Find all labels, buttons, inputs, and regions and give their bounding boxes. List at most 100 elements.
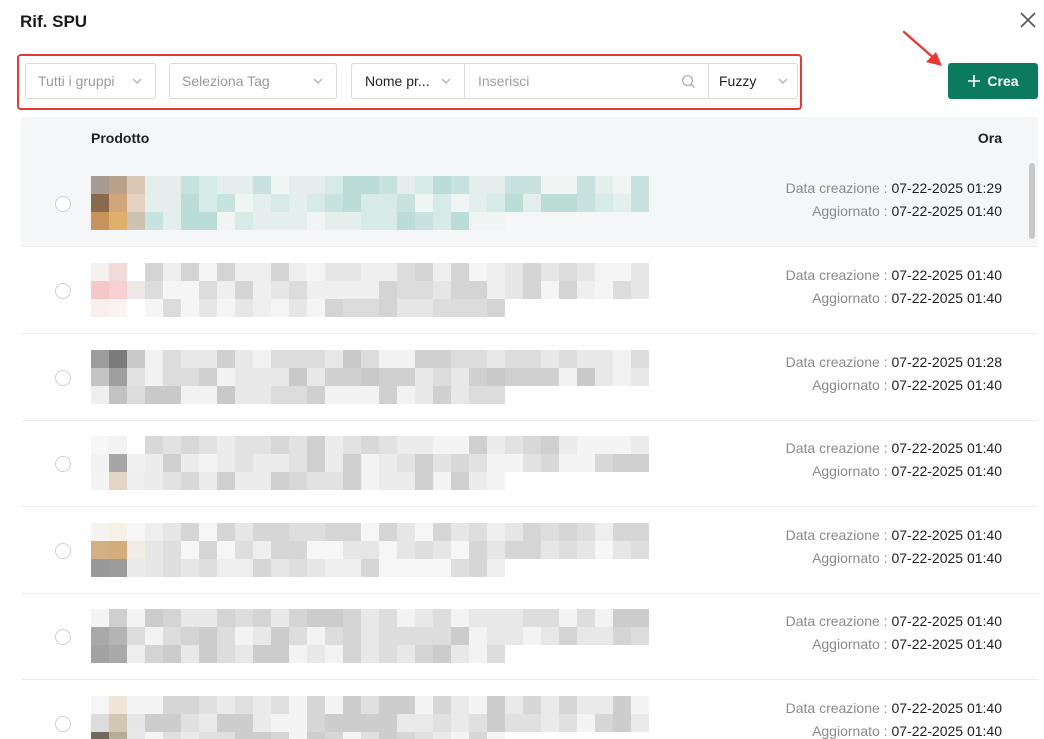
annotation-arrow-icon <box>902 30 942 66</box>
product-thumbnail <box>91 176 145 230</box>
product-thumbnail <box>91 263 145 317</box>
product-name-redacted <box>145 696 649 739</box>
updated-line: Aggiornato : 07-22-2025 01:40 <box>786 633 1002 656</box>
row-radio[interactable] <box>55 456 71 472</box>
create-button[interactable]: Crea <box>948 63 1038 99</box>
product-name-redacted <box>145 263 649 317</box>
chevron-down-icon <box>313 78 323 84</box>
product-name-redacted <box>145 609 649 663</box>
table-header: Prodotto Ora <box>21 117 1038 161</box>
updated-line: Aggiornato : 07-22-2025 01:40 <box>786 720 1002 739</box>
match-mode-value: Fuzzy <box>719 73 757 89</box>
table-row[interactable]: Data creazione : 07-22-2025 01:40 Aggiorn… <box>21 248 1038 334</box>
product-thumbnail <box>91 523 145 577</box>
updated-line: Aggiornato : 07-22-2025 01:40 <box>786 460 1002 483</box>
updated-value: 07-22-2025 01:40 <box>891 376 1002 393</box>
group-select-placeholder: Tutti i gruppi <box>38 73 115 89</box>
created-value: 07-22-2025 01:40 <box>891 527 1002 543</box>
created-label: Data creazione : <box>785 354 888 370</box>
close-button[interactable] <box>1016 8 1040 32</box>
scrollbar-thumb[interactable] <box>1029 163 1035 239</box>
row-timestamps: Data creazione : 07-22-2025 01:28 Aggiorn… <box>786 351 1002 396</box>
updated-label: Aggiornato : <box>812 202 888 219</box>
updated-label: Aggiornato : <box>812 462 888 479</box>
table-row[interactable]: Data creazione : 07-22-2025 01:29 Aggiorn… <box>21 161 1038 247</box>
column-header-time: Ora <box>977 130 1002 146</box>
updated-line: Aggiornato : 07-22-2025 01:40 <box>786 547 1002 570</box>
created-value: 07-22-2025 01:40 <box>891 700 1002 716</box>
product-name-redacted <box>145 176 649 230</box>
row-radio[interactable] <box>55 543 71 559</box>
row-timestamps: Data creazione : 07-22-2025 01:40 Aggiorn… <box>786 524 1002 569</box>
created-value: 07-22-2025 01:28 <box>891 354 1002 370</box>
table-row[interactable]: Data creazione : 07-22-2025 01:40 Aggiorn… <box>21 681 1038 739</box>
created-value: 07-22-2025 01:29 <box>891 180 1002 196</box>
row-radio[interactable] <box>55 370 71 386</box>
created-label: Data creazione : <box>785 440 888 456</box>
updated-value: 07-22-2025 01:40 <box>891 635 1002 652</box>
row-radio[interactable] <box>55 283 71 299</box>
created-line: Data creazione : 07-22-2025 01:40 <box>786 524 1002 547</box>
updated-label: Aggiornato : <box>812 635 888 652</box>
updated-label: Aggiornato : <box>812 722 888 739</box>
row-timestamps: Data creazione : 07-22-2025 01:40 Aggiorn… <box>786 610 1002 655</box>
created-line: Data creazione : 07-22-2025 01:40 <box>786 697 1002 720</box>
create-button-label: Crea <box>987 73 1019 89</box>
updated-value: 07-22-2025 01:40 <box>891 289 1002 306</box>
search-field-value: Nome pr... <box>365 73 430 89</box>
created-value: 07-22-2025 01:40 <box>891 440 1002 456</box>
scrollbar-track[interactable] <box>1026 161 1038 739</box>
updated-value: 07-22-2025 01:40 <box>891 549 1002 566</box>
product-name-redacted <box>145 436 649 490</box>
row-radio[interactable] <box>55 196 71 212</box>
created-line: Data creazione : 07-22-2025 01:29 <box>786 177 1002 200</box>
group-select[interactable]: Tutti i gruppi <box>25 63 156 99</box>
chevron-down-icon <box>132 78 142 84</box>
created-label: Data creazione : <box>785 527 888 543</box>
row-radio[interactable] <box>55 629 71 645</box>
created-label: Data creazione : <box>785 613 888 629</box>
updated-line: Aggiornato : 07-22-2025 01:40 <box>786 200 1002 223</box>
created-value: 07-22-2025 01:40 <box>891 613 1002 629</box>
match-mode-select[interactable]: Fuzzy <box>709 64 797 98</box>
search-field-select[interactable]: Nome pr... <box>352 64 465 98</box>
tag-select-placeholder: Seleziona Tag <box>182 73 270 89</box>
created-label: Data creazione : <box>785 180 888 196</box>
row-radio[interactable] <box>55 716 71 732</box>
tag-select[interactable]: Seleziona Tag <box>169 63 337 99</box>
table-row[interactable]: Data creazione : 07-22-2025 01:28 Aggiorn… <box>21 335 1038 421</box>
dialog-title: Rif. SPU <box>20 12 88 31</box>
table-row[interactable]: Data creazione : 07-22-2025 01:40 Aggiorn… <box>21 508 1038 594</box>
close-icon <box>1020 12 1036 28</box>
table-row[interactable]: Data creazione : 07-22-2025 01:40 Aggiorn… <box>21 421 1038 507</box>
search-input-wrapper <box>465 64 709 98</box>
updated-value: 07-22-2025 01:40 <box>891 202 1002 219</box>
product-list: Data creazione : 07-22-2025 01:29 Aggiorn… <box>21 161 1038 739</box>
row-timestamps: Data creazione : 07-22-2025 01:40 Aggiorn… <box>786 437 1002 482</box>
row-timestamps: Data creazione : 07-22-2025 01:40 Aggiorn… <box>786 264 1002 309</box>
row-timestamps: Data creazione : 07-22-2025 01:40 Aggiorn… <box>786 697 1002 739</box>
created-line: Data creazione : 07-22-2025 01:40 <box>786 264 1002 287</box>
product-name-redacted <box>145 523 649 577</box>
updated-label: Aggiornato : <box>812 549 888 566</box>
created-line: Data creazione : 07-22-2025 01:28 <box>786 351 1002 374</box>
product-thumbnail <box>91 609 145 663</box>
product-name-redacted <box>145 350 649 404</box>
created-label: Data creazione : <box>785 700 888 716</box>
chevron-down-icon <box>778 78 788 84</box>
row-timestamps: Data creazione : 07-22-2025 01:29 Aggiorn… <box>786 177 1002 222</box>
search-icon[interactable] <box>681 74 696 89</box>
product-thumbnail <box>91 436 145 490</box>
product-thumbnail <box>91 696 145 739</box>
created-value: 07-22-2025 01:40 <box>891 267 1002 283</box>
product-thumbnail <box>91 350 145 404</box>
column-header-product: Prodotto <box>91 130 150 146</box>
search-input[interactable] <box>465 64 708 98</box>
created-line: Data creazione : 07-22-2025 01:40 <box>786 437 1002 460</box>
updated-line: Aggiornato : 07-22-2025 01:40 <box>786 287 1002 310</box>
table-row[interactable]: Data creazione : 07-22-2025 01:40 Aggiorn… <box>21 594 1038 680</box>
updated-value: 07-22-2025 01:40 <box>891 722 1002 739</box>
updated-value: 07-22-2025 01:40 <box>891 462 1002 479</box>
created-line: Data creazione : 07-22-2025 01:40 <box>786 610 1002 633</box>
chevron-down-icon <box>441 78 451 84</box>
